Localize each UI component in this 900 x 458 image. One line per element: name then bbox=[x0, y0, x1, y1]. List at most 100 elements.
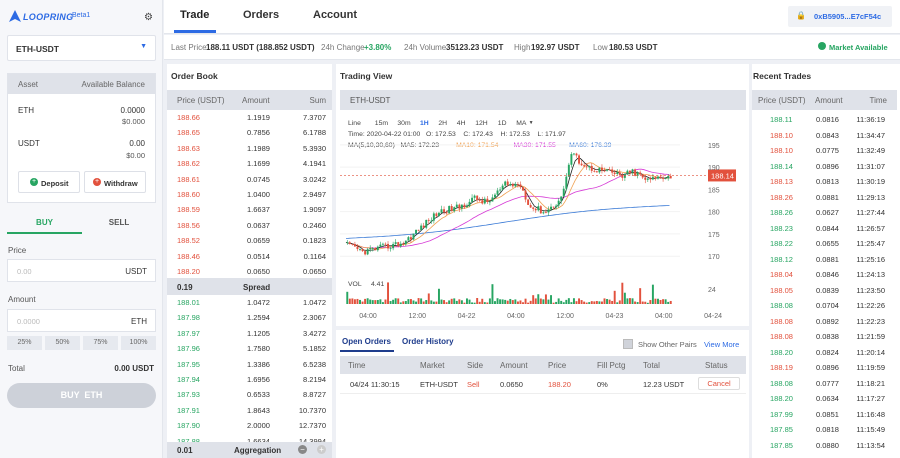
interval-4h[interactable]: 4H bbox=[457, 120, 466, 127]
interval-line[interactable]: Line bbox=[348, 120, 361, 127]
ask-row[interactable]: 188.59 1.6637 1.9097 bbox=[167, 202, 332, 218]
interval-12h[interactable]: 12H bbox=[475, 120, 487, 127]
chevron-down-icon[interactable]: ▼ bbox=[529, 120, 534, 126]
candle-body bbox=[595, 171, 598, 173]
y-tick-label: 195 bbox=[708, 143, 720, 150]
bid-row[interactable]: 187.98 1.2594 2.3067 bbox=[167, 310, 332, 326]
ask-row[interactable]: 188.61 0.0745 3.0242 bbox=[167, 172, 332, 188]
amount-input[interactable]: 0.0000 ETH bbox=[7, 309, 156, 332]
trades-col-time: Time bbox=[869, 96, 887, 105]
bid-row[interactable]: 187.91 1.8643 10.7370 bbox=[167, 403, 332, 419]
brand-tag: Beta1 bbox=[72, 12, 91, 19]
interval-ma[interactable]: MA bbox=[516, 120, 526, 127]
interval-30m[interactable]: 30m bbox=[397, 120, 410, 127]
candle-body bbox=[468, 201, 471, 206]
tab-order-history[interactable]: Order History bbox=[402, 337, 454, 346]
volume-bar bbox=[524, 298, 527, 304]
deposit-button[interactable]: + Deposit bbox=[18, 171, 80, 193]
volume-bar bbox=[399, 302, 402, 304]
sell-tab[interactable]: SELL bbox=[82, 212, 156, 234]
ask-row[interactable]: 188.63 1.1989 5.3930 bbox=[167, 141, 332, 157]
bid-amount: 1.8643 bbox=[247, 405, 270, 415]
volume-bar bbox=[626, 298, 629, 304]
percent-50-button[interactable]: 50% bbox=[45, 336, 80, 350]
ask-row[interactable]: 188.66 1.1919 7.3707 bbox=[167, 110, 332, 126]
plus-icon[interactable]: + bbox=[317, 445, 326, 454]
order-side: Sell bbox=[467, 380, 480, 389]
ask-row[interactable]: 188.62 1.1699 4.1941 bbox=[167, 156, 332, 172]
ask-row[interactable]: 188.65 0.7856 6.1788 bbox=[167, 125, 332, 141]
interval-1h[interactable]: 1H bbox=[420, 120, 429, 127]
ask-amount: 0.7856 bbox=[247, 128, 270, 138]
trade-price: 188.10 bbox=[770, 130, 793, 140]
pair-selector[interactable]: ETH-USDT ▼ bbox=[7, 35, 156, 61]
tab-account[interactable]: Account bbox=[313, 9, 357, 21]
volume-bar bbox=[506, 300, 509, 304]
ask-amount: 1.1699 bbox=[247, 159, 270, 169]
buy-submit-button[interactable]: BUY ETH bbox=[7, 383, 156, 408]
bid-price: 187.95 bbox=[177, 359, 200, 369]
trade-price: 187.85 bbox=[770, 453, 793, 458]
withdraw-button[interactable]: + Withdraw bbox=[84, 171, 146, 193]
trade-amount: 0.0824 bbox=[816, 347, 839, 357]
candle-body bbox=[384, 243, 387, 245]
bid-row[interactable]: 187.93 0.6533 8.8727 bbox=[167, 387, 332, 403]
bid-amount: 0.6533 bbox=[247, 390, 270, 400]
candle-body bbox=[369, 248, 372, 250]
price-input[interactable]: 0.00 USDT bbox=[7, 259, 156, 282]
percent-100-button[interactable]: 100% bbox=[121, 336, 156, 350]
percent-25-button[interactable]: 25% bbox=[7, 336, 42, 350]
bid-row[interactable]: 187.90 2.0000 12.7370 bbox=[167, 418, 332, 434]
volume-bar bbox=[654, 298, 657, 304]
order-book-header: Price (USDT) Amount Sum bbox=[167, 90, 332, 110]
bid-row[interactable]: 187.94 1.6956 8.2194 bbox=[167, 372, 332, 388]
candle-body bbox=[351, 243, 354, 245]
ask-row[interactable]: 188.52 0.0659 0.1823 bbox=[167, 233, 332, 249]
candle-body bbox=[453, 207, 456, 212]
minus-icon[interactable]: − bbox=[298, 445, 307, 454]
wallet-button[interactable]: 🔒 0xB5905...E7cF54c bbox=[788, 6, 892, 27]
candle-body bbox=[389, 248, 392, 250]
interval-1d[interactable]: 1D bbox=[498, 120, 507, 127]
candle-body bbox=[522, 187, 524, 191]
tab-open-orders[interactable]: Open Orders bbox=[342, 337, 391, 346]
volume-bar bbox=[646, 302, 649, 304]
percent-75-button[interactable]: 75% bbox=[83, 336, 118, 350]
tab-active-indicator bbox=[174, 30, 216, 33]
candle-body bbox=[394, 242, 397, 244]
gear-icon[interactable]: ⚙ bbox=[144, 12, 153, 23]
ask-row[interactable]: 188.46 0.0514 0.1164 bbox=[167, 249, 332, 265]
show-other-pairs-checkbox[interactable] bbox=[623, 339, 633, 349]
aggregation-value: 0.01 bbox=[177, 446, 193, 455]
trade-row: 188.12 0.0881 11:25:16 bbox=[752, 252, 897, 268]
orders-col-amount: Amount bbox=[500, 361, 528, 370]
tab-orders[interactable]: Orders bbox=[243, 9, 279, 21]
bid-row[interactable]: 187.96 1.7580 5.1852 bbox=[167, 341, 332, 357]
volume-bar bbox=[453, 298, 456, 304]
tab-trade[interactable]: Trade bbox=[180, 9, 209, 21]
trade-price: 187.85 bbox=[770, 440, 793, 450]
bid-row[interactable]: 187.95 1.3386 6.5238 bbox=[167, 357, 332, 373]
ask-row[interactable]: 188.60 1.0400 2.9497 bbox=[167, 187, 332, 203]
minus-circle-icon: + bbox=[93, 178, 101, 186]
buy-tab[interactable]: BUY bbox=[7, 212, 82, 234]
order-amount: 0.0650 bbox=[500, 380, 523, 389]
volume-bar bbox=[494, 301, 496, 304]
order-cancel-button[interactable]: Cancel bbox=[698, 377, 740, 390]
market-status: Market Available bbox=[829, 43, 888, 52]
bid-row[interactable]: 188.01 1.0472 1.0472 bbox=[167, 295, 332, 311]
interval-15m[interactable]: 15m bbox=[375, 120, 388, 127]
interval-2h[interactable]: 2H bbox=[438, 120, 447, 127]
volume-bar bbox=[588, 302, 591, 304]
bid-row[interactable]: 187.97 1.1205 3.4272 bbox=[167, 326, 332, 342]
trade-row: 188.04 0.0846 11:24:13 bbox=[752, 267, 897, 283]
volume-bar bbox=[361, 301, 364, 304]
x-tick-label: 12:00 bbox=[556, 313, 574, 320]
low-label: Low bbox=[593, 43, 608, 52]
ask-row[interactable]: 188.56 0.0637 0.2460 bbox=[167, 218, 332, 234]
volume-bar bbox=[351, 298, 354, 304]
order-book-asks: 188.66 1.1919 7.3707 188.65 0.7856 6.1788 188.… bbox=[167, 110, 332, 280]
candlestick-chart[interactable]: 188.14 195 190 185 180 175 170 24 VOL 4.41 04:00 12… bbox=[340, 128, 746, 324]
candle-body bbox=[565, 176, 568, 189]
view-more-link[interactable]: View More bbox=[704, 340, 739, 349]
